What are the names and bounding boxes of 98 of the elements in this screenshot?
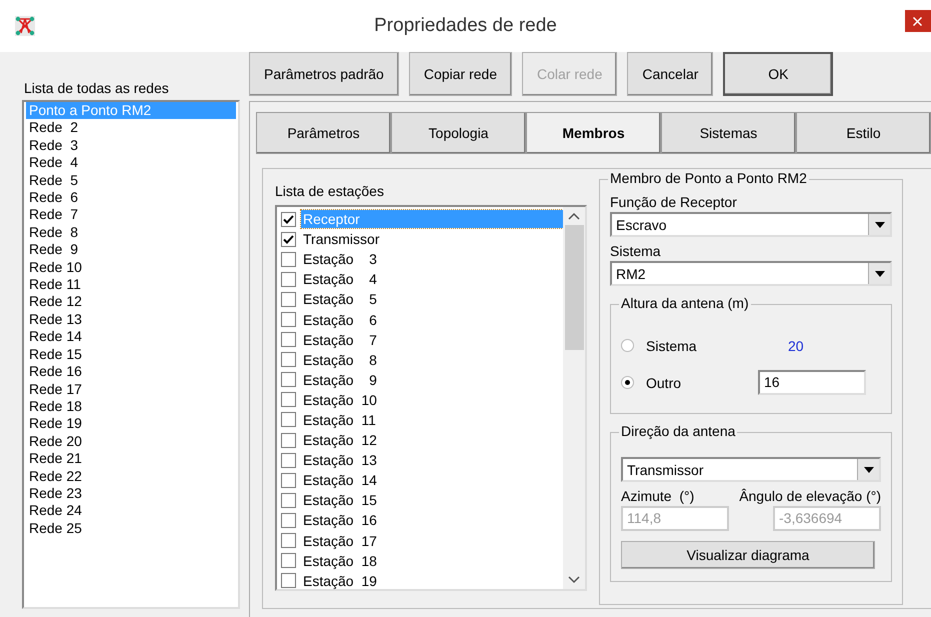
tab[interactable]: Parâmetros xyxy=(256,112,391,154)
checkbox[interactable] xyxy=(281,312,296,328)
dropdown[interactable]: RM2 xyxy=(610,261,892,286)
station-item[interactable]: Estação 14 xyxy=(301,471,379,490)
radio-label[interactable]: Sistema xyxy=(646,338,758,354)
network-item[interactable]: Rede 20 xyxy=(26,432,236,450)
network-item[interactable]: Rede 23 xyxy=(26,484,236,502)
network-item[interactable]: Rede 9 xyxy=(26,241,236,259)
tab[interactable]: Membros xyxy=(526,112,661,154)
scroll-thumb[interactable] xyxy=(564,225,584,350)
network-item[interactable]: Rede 21 xyxy=(26,450,236,468)
checkbox[interactable] xyxy=(281,432,296,448)
checkbox[interactable] xyxy=(281,372,296,388)
checkbox[interactable] xyxy=(281,492,296,508)
tab[interactable]: Sistemas xyxy=(661,112,796,154)
network-item[interactable]: Rede 10 xyxy=(26,258,236,276)
group-title: Membro de Ponto a Ponto RM2 xyxy=(608,170,809,186)
dialog-button[interactable]: Copiar rede xyxy=(408,52,512,96)
network-item[interactable]: Rede 17 xyxy=(26,380,236,398)
window-title: Propriedades de rede xyxy=(373,15,558,37)
station-item[interactable]: Estação 9 xyxy=(301,370,379,389)
tab[interactable]: Topologia xyxy=(391,112,526,154)
dropdown-arrow-icon xyxy=(874,270,884,276)
dropdown[interactable]: Escravo xyxy=(610,212,892,237)
field-label: Ângulo de elevação (°) xyxy=(739,488,881,504)
station-item[interactable]: Estação 8 xyxy=(301,350,379,369)
station-item[interactable]: Estação 7 xyxy=(301,330,379,349)
station-item[interactable]: Estação 15 xyxy=(301,491,379,510)
network-item[interactable]: Rede 14 xyxy=(26,328,236,346)
station-item[interactable]: Estação 5 xyxy=(301,290,379,308)
checkbox[interactable] xyxy=(281,232,296,247)
station-item[interactable]: Estação 10 xyxy=(301,390,379,409)
network-item[interactable]: Rede 13 xyxy=(26,310,236,328)
station-item[interactable]: Estação 12 xyxy=(301,431,379,450)
checkbox[interactable] xyxy=(281,512,296,528)
checkbox[interactable] xyxy=(281,332,296,348)
network-item[interactable]: Rede 15 xyxy=(26,346,236,364)
network-item[interactable]: Rede 22 xyxy=(26,468,236,485)
checkbox[interactable] xyxy=(281,392,296,408)
radio-button[interactable] xyxy=(621,339,634,352)
list-label: Lista de estações xyxy=(275,183,385,199)
dialog-button[interactable]: Parâmetros padrão xyxy=(249,52,399,96)
dropdown-arrow-icon xyxy=(874,222,884,228)
height-value: 20 xyxy=(788,338,804,354)
scrollbar[interactable] xyxy=(563,207,585,589)
checkbox[interactable] xyxy=(281,472,296,488)
network-item[interactable]: Rede 11 xyxy=(26,276,236,294)
checkbox[interactable] xyxy=(281,252,296,267)
network-item[interactable]: Rede 5 xyxy=(26,172,236,190)
station-item[interactable]: Estação 13 xyxy=(301,451,379,470)
network-item[interactable]: Rede 6 xyxy=(26,189,236,206)
station-item[interactable]: Estação 11 xyxy=(301,410,378,429)
checkbox[interactable] xyxy=(281,452,296,468)
network-item[interactable]: Rede 16 xyxy=(26,363,236,380)
radio-label[interactable]: Outro xyxy=(646,374,758,390)
network-icon xyxy=(14,15,36,37)
station-item[interactable]: Estação 19 xyxy=(301,572,379,590)
network-item[interactable]: Rede 4 xyxy=(26,154,236,172)
tab[interactable]: Estilo xyxy=(796,112,931,154)
network-item[interactable]: Rede 19 xyxy=(26,415,236,433)
network-item[interactable]: Rede 8 xyxy=(26,224,236,242)
checkbox[interactable] xyxy=(281,573,296,588)
network-item[interactable]: Rede 18 xyxy=(26,398,236,416)
checkbox[interactable] xyxy=(281,352,296,368)
dialog-button[interactable]: OK xyxy=(723,52,834,96)
dropdown[interactable]: Transmissor xyxy=(621,457,881,482)
network-item[interactable]: Rede 2 xyxy=(26,119,236,137)
network-item[interactable]: Rede 25 xyxy=(26,520,236,538)
radio-button[interactable] xyxy=(621,376,634,389)
field-label: Azimute (°) xyxy=(621,488,694,504)
station-item[interactable]: Estação 17 xyxy=(301,532,379,550)
close-button[interactable] xyxy=(905,10,931,32)
dialog-button[interactable]: Cancelar xyxy=(627,52,714,96)
station-item[interactable]: Estação 6 xyxy=(301,310,379,329)
station-item[interactable]: Estação 3 xyxy=(301,250,379,268)
network-item[interactable]: Rede 7 xyxy=(26,206,236,224)
station-item[interactable]: Estação 18 xyxy=(301,552,379,570)
checkbox[interactable] xyxy=(281,292,296,307)
dropdown-arrow-icon xyxy=(864,466,874,472)
network-item[interactable]: Rede 12 xyxy=(26,293,236,311)
checkbox[interactable] xyxy=(281,412,296,428)
field-label: Função de Receptor xyxy=(610,194,738,210)
close-icon xyxy=(913,17,922,26)
group-title: Direção da antena xyxy=(619,423,738,439)
field-label: Sistema xyxy=(610,243,662,259)
group-title: Altura da antena (m) xyxy=(619,295,751,311)
network-item[interactable]: Rede 3 xyxy=(26,136,236,154)
checkbox[interactable] xyxy=(281,212,296,227)
station-item[interactable]: Estação 16 xyxy=(301,511,379,530)
input-field[interactable]: 16 xyxy=(758,370,866,395)
station-item[interactable]: Transmissor xyxy=(301,230,382,248)
checkbox[interactable] xyxy=(281,553,296,568)
list-label: Lista de todas as redes xyxy=(23,80,170,96)
checkbox[interactable] xyxy=(281,272,296,287)
station-item[interactable]: Estação 4 xyxy=(301,270,379,288)
diagram-button[interactable]: Visualizar diagrama xyxy=(621,541,875,569)
network-item[interactable]: Rede 24 xyxy=(26,502,236,520)
checkbox[interactable] xyxy=(281,533,296,548)
